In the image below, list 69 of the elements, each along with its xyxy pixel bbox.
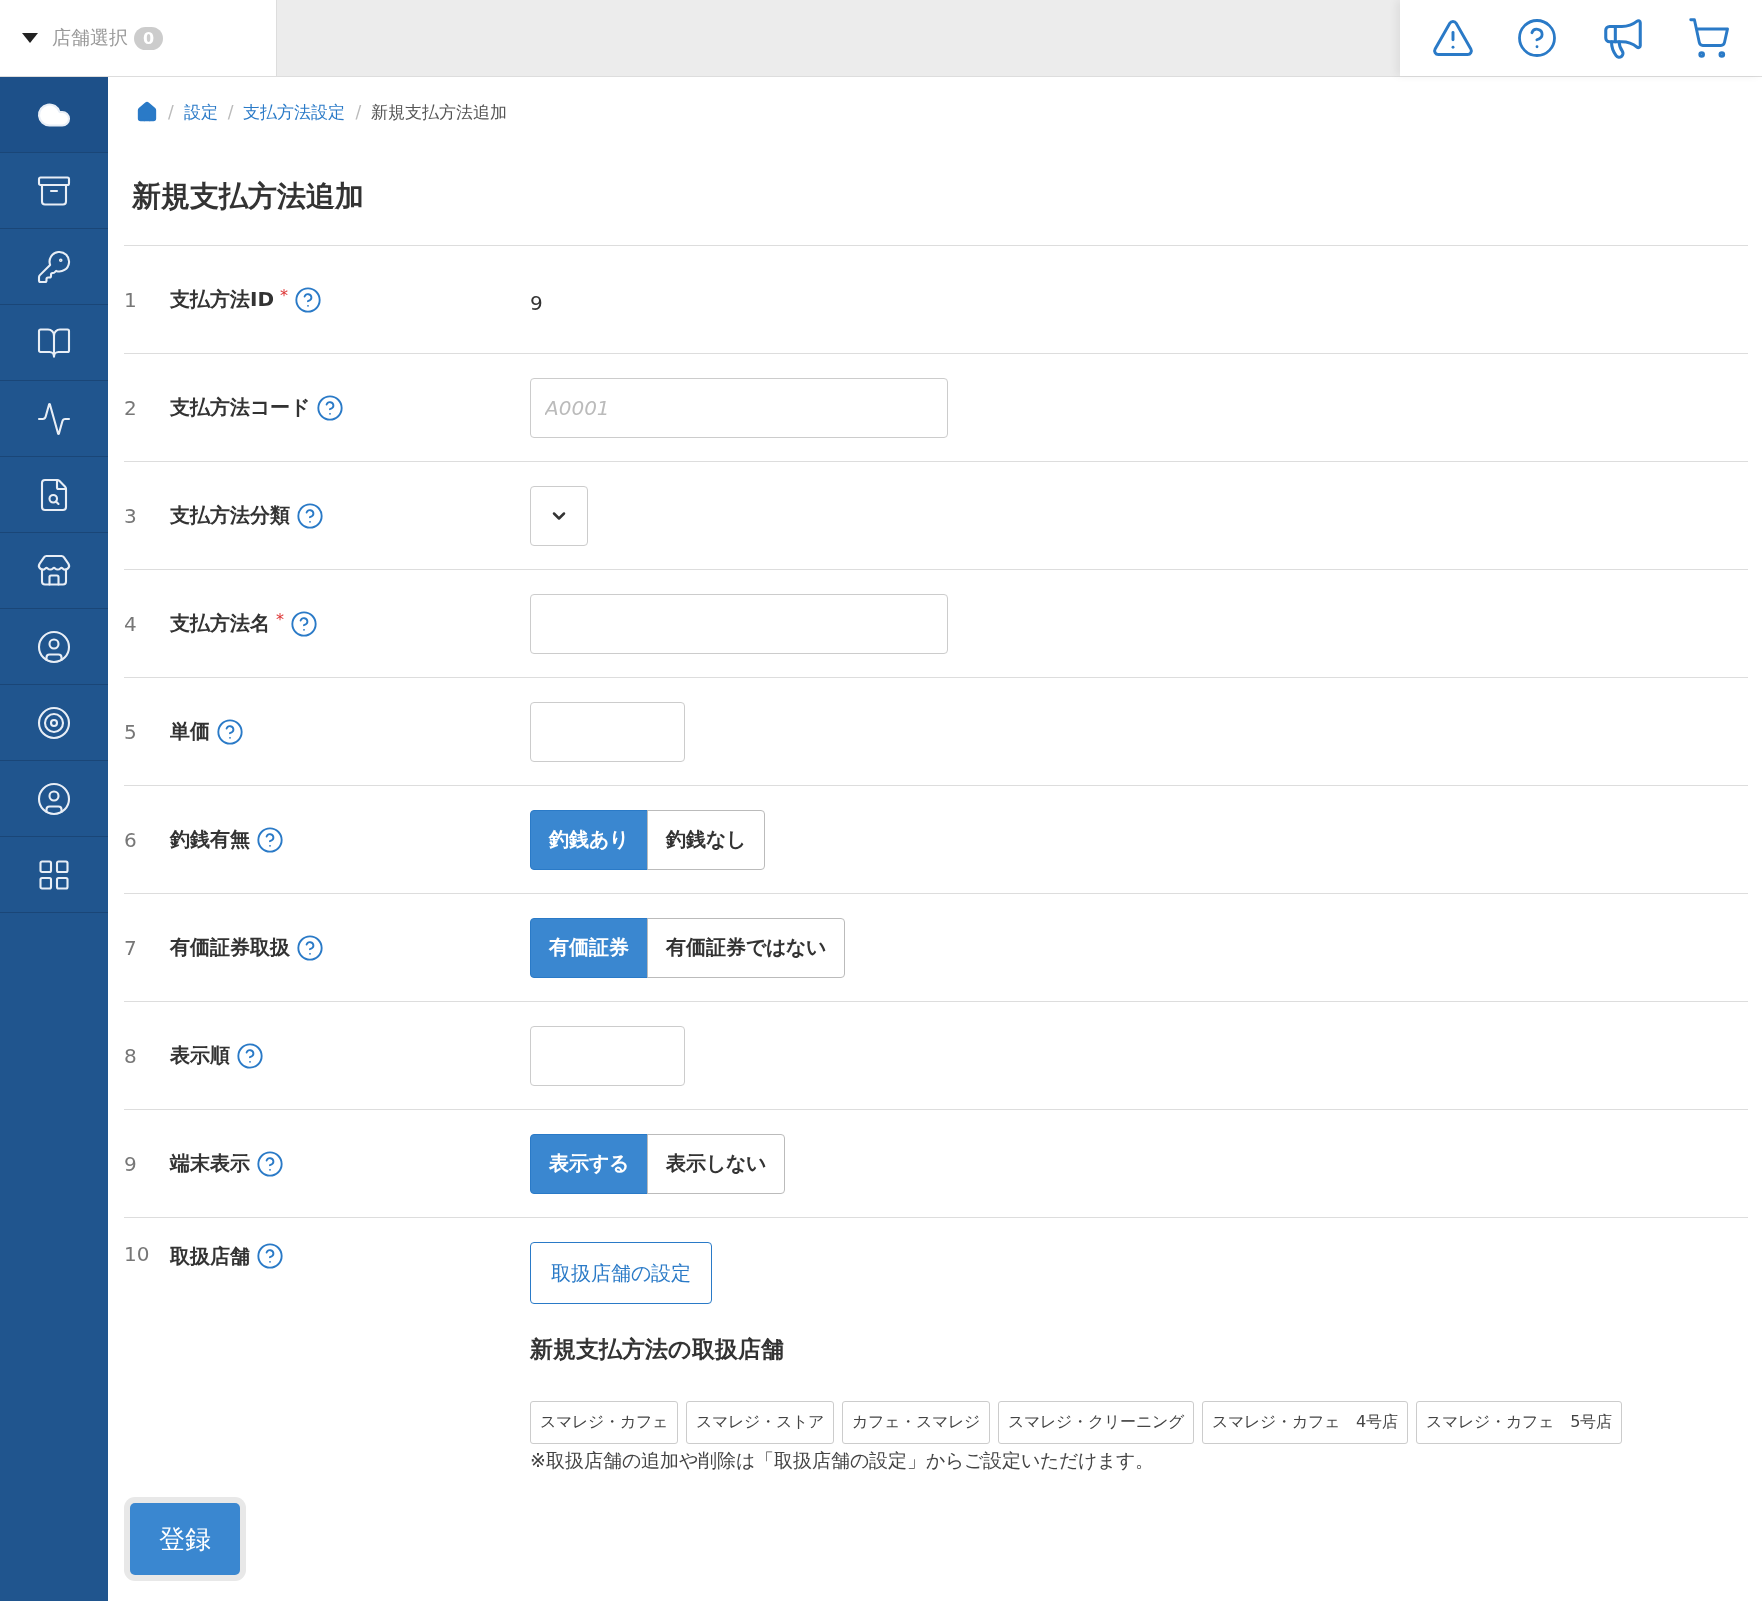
field-label: 表示順 xyxy=(170,1042,230,1069)
store-tag: カフェ・スマレジ xyxy=(842,1401,990,1444)
store-selector-label: 店舗選択 xyxy=(52,25,128,50)
cart-icon[interactable] xyxy=(1687,16,1732,60)
input-field[interactable] xyxy=(530,593,948,654)
field-label: 単価 xyxy=(170,718,210,745)
required-mark: * xyxy=(280,285,289,305)
store-icon[interactable] xyxy=(36,552,72,589)
help-icon[interactable] xyxy=(236,1041,264,1070)
key-icon[interactable] xyxy=(36,248,72,285)
field-label: 有価証券取扱 xyxy=(170,934,290,961)
row-number: 6 xyxy=(124,827,138,852)
input-field[interactable] xyxy=(530,1025,685,1086)
toggle-option[interactable]: 釣銭あり xyxy=(530,809,648,870)
toggle-option[interactable]: 釣銭なし xyxy=(647,809,765,870)
current-page-label: 新規支払方法追加 xyxy=(371,100,508,124)
line-chart-icon[interactable] xyxy=(36,400,72,437)
field-label: 釣銭有無 xyxy=(170,826,250,853)
person-circle-icon[interactable] xyxy=(36,780,72,817)
row-number: 8 xyxy=(124,1043,138,1068)
field-label: 支払方法分類 xyxy=(170,502,290,529)
row-number: 7 xyxy=(124,935,138,960)
field-label: 支払方法名 xyxy=(170,610,270,637)
home-icon[interactable] xyxy=(136,101,158,123)
help-icon[interactable] xyxy=(296,933,324,962)
field-label: 支払方法コード xyxy=(170,394,310,421)
field-label: 端末表示 xyxy=(170,1150,250,1177)
help-icon[interactable] xyxy=(316,393,344,422)
help-icon[interactable] xyxy=(216,717,244,746)
page-title: 新規支払方法追加 xyxy=(124,147,1748,246)
store-tag: スマレジ・カフェ 4号店 xyxy=(1202,1401,1409,1444)
field-value: 9 xyxy=(530,289,544,315)
help-icon[interactable] xyxy=(256,825,284,854)
help-icon[interactable] xyxy=(1516,17,1559,59)
user-circle-icon[interactable] xyxy=(36,628,72,665)
toggle-option[interactable]: 有価証券ではない xyxy=(647,917,845,978)
row-number: 1 xyxy=(124,287,138,312)
help-icon[interactable] xyxy=(256,1242,284,1270)
row-number: 3 xyxy=(124,503,138,528)
store-tag: スマレジ・カフェ xyxy=(530,1401,678,1444)
store-tag: スマレジ・クリーニング xyxy=(998,1401,1194,1444)
breadcrumb-link[interactable]: 設定 xyxy=(183,100,218,124)
row-number: 2 xyxy=(124,395,138,420)
note-text: ※取扱店舗の追加や削除は「取扱店舗の設定」からご設定いただけます。 xyxy=(530,1448,1155,1473)
help-icon[interactable] xyxy=(256,1149,284,1178)
breadcrumb-separator: / xyxy=(227,102,234,122)
section-heading: 新規支払方法の取扱店舗 xyxy=(530,1335,785,1364)
breadcrumb-link[interactable]: 支払方法設定 xyxy=(243,100,346,124)
target-icon[interactable] xyxy=(36,704,72,741)
help-icon[interactable] xyxy=(290,609,318,638)
field-label: 支払方法ID xyxy=(170,286,275,313)
field-label: 取扱店舗 xyxy=(170,1242,250,1270)
store-tag: スマレジ・ストア xyxy=(686,1401,834,1444)
breadcrumb-separator: / xyxy=(168,102,174,122)
row-number: 9 xyxy=(124,1151,138,1176)
toggle-option[interactable]: 表示しない xyxy=(647,1133,785,1194)
caret-icon xyxy=(22,33,38,43)
help-icon[interactable] xyxy=(294,285,323,314)
breadcrumb-separator: / xyxy=(355,102,362,122)
required-mark: * xyxy=(276,609,284,629)
row-number: 10 xyxy=(124,1242,151,1266)
row-number: 4 xyxy=(124,611,138,636)
store-tag: スマレジ・カフェ 5号店 xyxy=(1416,1401,1623,1444)
input-field[interactable] xyxy=(530,701,685,762)
store-settings-button[interactable]: 取扱店舗の設定 xyxy=(530,1242,712,1304)
help-icon[interactable] xyxy=(296,501,324,530)
toggle-option[interactable]: 表示する xyxy=(530,1133,648,1194)
row-number: 5 xyxy=(124,719,138,744)
toggle-option[interactable]: 有価証券 xyxy=(530,917,648,978)
